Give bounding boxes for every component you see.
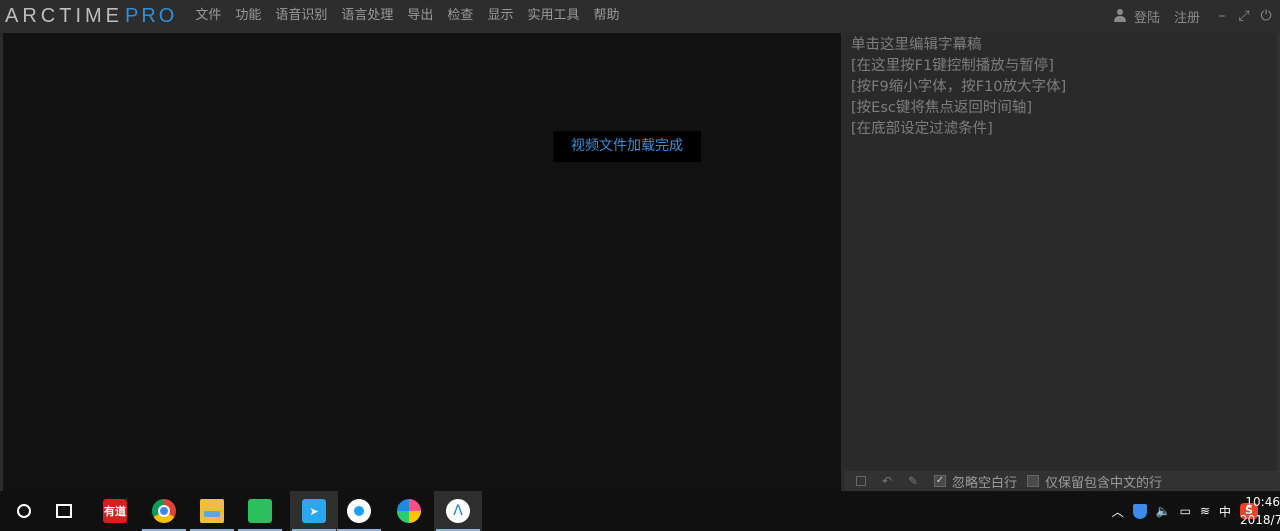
clock-date: 2018/7 [1240,513,1280,527]
speaker-icon[interactable]: 🔈 [1156,504,1171,518]
user-icon [1113,9,1126,23]
taskbar-app-youdao[interactable]: 有道 [91,491,139,531]
menu-check[interactable]: 检查 [440,0,480,32]
taskbar-app-evernote[interactable] [236,491,284,531]
menubar: ARCTIME PRO 文件 功能 语音识别 语言处理 导出 检查 显示 实用工… [0,0,1280,32]
wifi-icon[interactable]: ≋ [1200,504,1210,518]
cortana-icon [17,504,31,518]
battery-icon[interactable]: ▭ [1180,504,1191,518]
editor-line: [按Esc键将焦点返回时间轴] [851,100,1033,116]
status-toast: 视频文件加载完成 [553,131,701,162]
qq-browser-icon [347,499,371,523]
save-icon[interactable] [856,476,866,486]
login-link[interactable]: 登陆 [1134,7,1160,26]
taskbar-app-chrome[interactable] [140,491,188,531]
chrome-icon [152,499,176,523]
editor-line: [按F9缩小字体，按F10放大字体] [851,79,1067,95]
menu-tools[interactable]: 实用工具 [520,0,586,32]
edit-icon[interactable]: ✎ [902,471,924,491]
shield-icon[interactable] [1132,503,1147,519]
editor-line: [在底部设定过滤条件] [851,121,993,137]
power-icon[interactable]: ⏻ [1258,0,1274,32]
taskbar-app-file-explorer[interactable] [188,491,236,531]
subtitle-editor[interactable]: 单击这里编辑字幕稿 [在这里按F1键控制播放与暂停] [按F9缩小字体，按F10… [844,33,1277,471]
bird-icon: ➤ [302,499,326,523]
logo-accent-text: PRO [125,4,178,27]
chevron-up-icon[interactable]: ︿ [1112,503,1124,520]
clock-time: 10:46 [1245,495,1280,509]
main-menu: 文件 功能 语音识别 语言处理 导出 检查 显示 实用工具 帮助 [191,0,626,32]
minimize-icon[interactable]: – [1214,0,1230,32]
menu-file[interactable]: 文件 [191,0,228,32]
menu-language-processing[interactable]: 语言处理 [334,0,400,32]
evernote-icon [248,499,272,523]
taskbar-app-feishu[interactable]: ➤ [290,491,338,531]
checkbox-unchecked-icon[interactable] [1027,475,1040,487]
menu-display[interactable]: 显示 [480,0,520,32]
menu-help[interactable]: 帮助 [586,0,626,32]
menu-export[interactable]: 导出 [400,0,440,32]
editor-line: [在这里按F1键控制播放与暂停] [851,58,1054,74]
youdao-icon: 有道 [103,499,127,523]
task-view-icon [56,504,72,518]
taskbar-app-petal[interactable] [385,491,433,531]
input-language-indicator[interactable]: 中 [1219,503,1231,520]
menu-function[interactable]: 功能 [228,0,268,32]
task-view-button[interactable] [40,491,88,531]
menu-speech-recognition[interactable]: 语音识别 [268,0,334,32]
taskbar-app-arctime[interactable]: Λ [434,491,482,531]
chinese-only-checkbox[interactable]: 仅保留包含中文的行 [1027,471,1162,491]
skip-blank-label: 忽略空白行 [952,476,1018,491]
checkbox-checked-icon[interactable]: ✓ [934,475,946,487]
taskbar-clock[interactable]: 10:46 2018/7 [1240,491,1280,531]
petal-icon [397,499,421,523]
windows-taskbar: 有道 ➤ Λ ︿ 🔈 ▭ ≋ 中 S 10:46 2018/7 [0,491,1280,531]
undo-icon[interactable]: ↶ [876,471,898,491]
arctime-window: ARCTIME PRO 文件 功能 语音识别 语言处理 导出 检查 显示 实用工… [0,0,1280,531]
logo-text: ARCTIME [5,4,123,27]
app-logo: ARCTIME PRO [5,0,177,32]
register-link[interactable]: 注册 [1174,7,1200,26]
editor-line: 单击这里编辑字幕稿 [851,37,982,53]
folder-icon [200,499,224,523]
arctime-icon: Λ [446,499,470,523]
video-preview[interactable]: 视频文件加载完成 [3,33,841,491]
maximize-icon[interactable]: ⤢ [1236,0,1252,32]
taskbar-app-qq-browser[interactable] [335,491,383,531]
window-controls: 登陆 注册 – ⤢ ⏻ [1113,0,1280,32]
skip-blank-checkbox[interactable]: ✓ 忽略空白行 [934,471,1017,491]
editor-toolbar: ↶ ✎ ✓ 忽略空白行 仅保留包含中文的行 [844,471,1277,491]
chinese-only-label: 仅保留包含中文的行 [1045,476,1163,491]
